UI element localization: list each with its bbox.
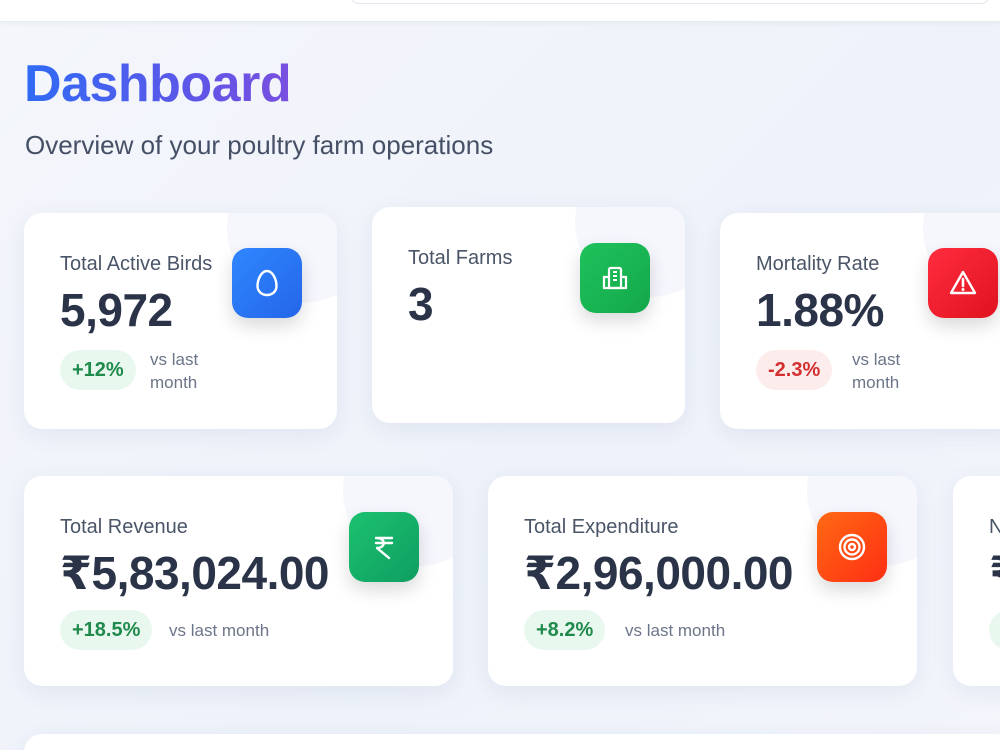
stat-value: ₹2,96,000.00 — [524, 547, 794, 599]
stat-card-expenditure[interactable]: Total Expenditure ₹2,96,000.00 +8.2% vs … — [488, 476, 917, 686]
comparison-text: vs last month — [150, 348, 198, 394]
next-section-card — [24, 734, 1000, 750]
stat-label: Total Expenditure — [524, 516, 679, 538]
dashboard-page: Dashboard Overview of your poultry farm … — [0, 0, 1000, 750]
stat-value: ₹ — [989, 546, 1000, 600]
change-badge — [989, 610, 1000, 650]
stat-value: 1.88% — [756, 284, 884, 336]
change-badge: +8.2% — [524, 610, 606, 650]
stat-label: Total Active Birds — [60, 253, 213, 275]
change-badge: +12% — [60, 350, 136, 390]
change-badge: +18.5% — [60, 610, 153, 650]
comparison-text: vs last month — [852, 348, 900, 394]
stat-card-active-birds[interactable]: Total Active Birds 5,972 +12% vs last mo… — [24, 213, 337, 429]
stat-label: Total Farms — [408, 247, 513, 269]
stat-card-revenue[interactable]: Total Revenue ₹5,83,024.00 +18.5% vs las… — [24, 476, 453, 686]
stat-value: 5,972 — [60, 284, 173, 336]
stat-card-mortality[interactable]: Mortality Rate 1.88% -2.3% vs last month — [720, 213, 1000, 429]
building-icon — [580, 243, 650, 313]
egg-icon — [232, 248, 302, 318]
stat-value: ₹5,83,024.00 — [60, 547, 330, 599]
warning-icon — [928, 248, 998, 318]
stat-card-farms[interactable]: Total Farms 3 — [372, 207, 685, 423]
stat-label: Total Revenue — [60, 516, 188, 538]
comparison-line-2: month — [852, 373, 900, 392]
top-bar — [0, 0, 1000, 22]
comparison-line-1: vs last — [150, 350, 199, 369]
comparison-text: vs last month — [169, 621, 270, 640]
page-subtitle: Overview of your poultry farm operations — [25, 130, 494, 160]
stat-card-partial[interactable]: N ₹ — [953, 476, 1000, 686]
search-bar[interactable] — [350, 0, 990, 4]
comparison-line-2: month — [150, 373, 198, 392]
stat-label: N — [989, 516, 1000, 538]
rupee-icon — [349, 512, 419, 582]
target-icon — [817, 512, 887, 582]
comparison-text: vs last month — [625, 621, 726, 640]
stat-label: Mortality Rate — [756, 253, 880, 275]
stat-value: 3 — [408, 278, 434, 330]
comparison-line-1: vs last — [852, 350, 901, 369]
page-title: Dashboard — [24, 55, 292, 113]
change-badge: -2.3% — [756, 350, 833, 390]
